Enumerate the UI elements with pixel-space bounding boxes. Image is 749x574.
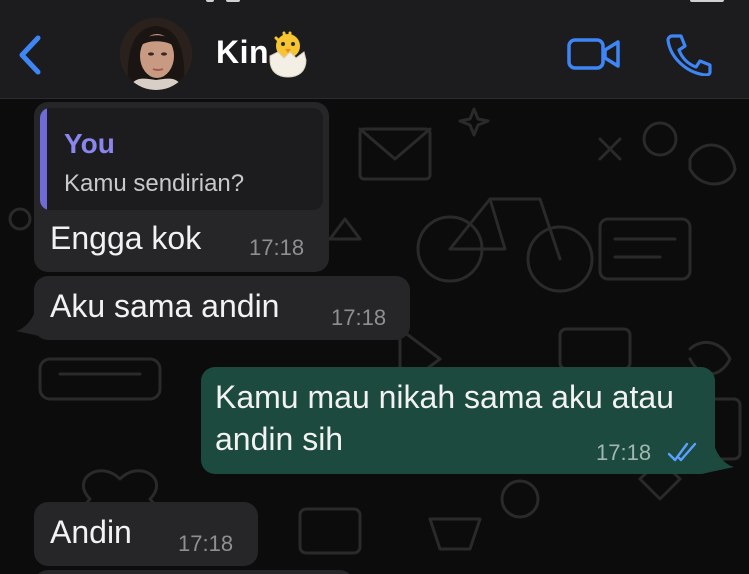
message-text: Andin <box>50 514 132 550</box>
contact-name[interactable]: Kin <box>216 34 269 71</box>
reply-quote-text: Kamu sendirian? <box>64 170 245 197</box>
message-text-line-1: Kamu mau nikah sama aku atau <box>215 379 674 415</box>
double-check-read-icon <box>667 442 697 462</box>
incoming-message-with-reply[interactable]: You Kamu sendirian? Engga kok 17:18 <box>34 102 329 272</box>
message-text-line-2: andin sih <box>215 421 344 457</box>
incoming-message[interactable]: Aku sama andin 17:18 <box>34 276 410 340</box>
message-text: Engga kok <box>50 220 202 256</box>
video-call-button[interactable] <box>566 34 622 74</box>
outgoing-message[interactable]: Kamu mau nikah sama aku atau andin sih 1… <box>201 367 715 474</box>
chat-header: Kin <box>0 0 749 99</box>
status-bar-glyph <box>206 0 214 2</box>
message-time: 17:18 <box>249 235 305 260</box>
message-text: Aku sama andin <box>50 288 280 324</box>
incoming-message[interactable]: Andin 17:18 <box>34 502 258 566</box>
back-button[interactable] <box>14 30 48 80</box>
reply-quote-author: You <box>64 128 115 159</box>
hatching-chick-emoji <box>266 30 310 78</box>
message-time: 17:18 <box>331 305 387 330</box>
message-time: 17:18 <box>596 440 652 465</box>
chevron-left-icon <box>19 35 41 75</box>
battery-icon <box>690 0 724 2</box>
incoming-message-partial[interactable] <box>34 570 354 574</box>
voice-call-button[interactable] <box>664 32 712 77</box>
phone-icon <box>666 34 712 77</box>
status-bar <box>0 0 749 8</box>
avatar-photo <box>120 18 192 90</box>
reply-quote[interactable]: You Kamu sendirian? <box>40 108 323 210</box>
video-camera-icon <box>567 38 620 70</box>
chat-area[interactable]: You Kamu sendirian? Engga kok 17:18 Aku … <box>0 99 749 574</box>
status-bar-glyph <box>226 0 240 2</box>
contact-avatar[interactable] <box>120 18 192 90</box>
message-time: 17:18 <box>178 531 234 556</box>
reply-quote-accent-bar <box>40 108 47 210</box>
